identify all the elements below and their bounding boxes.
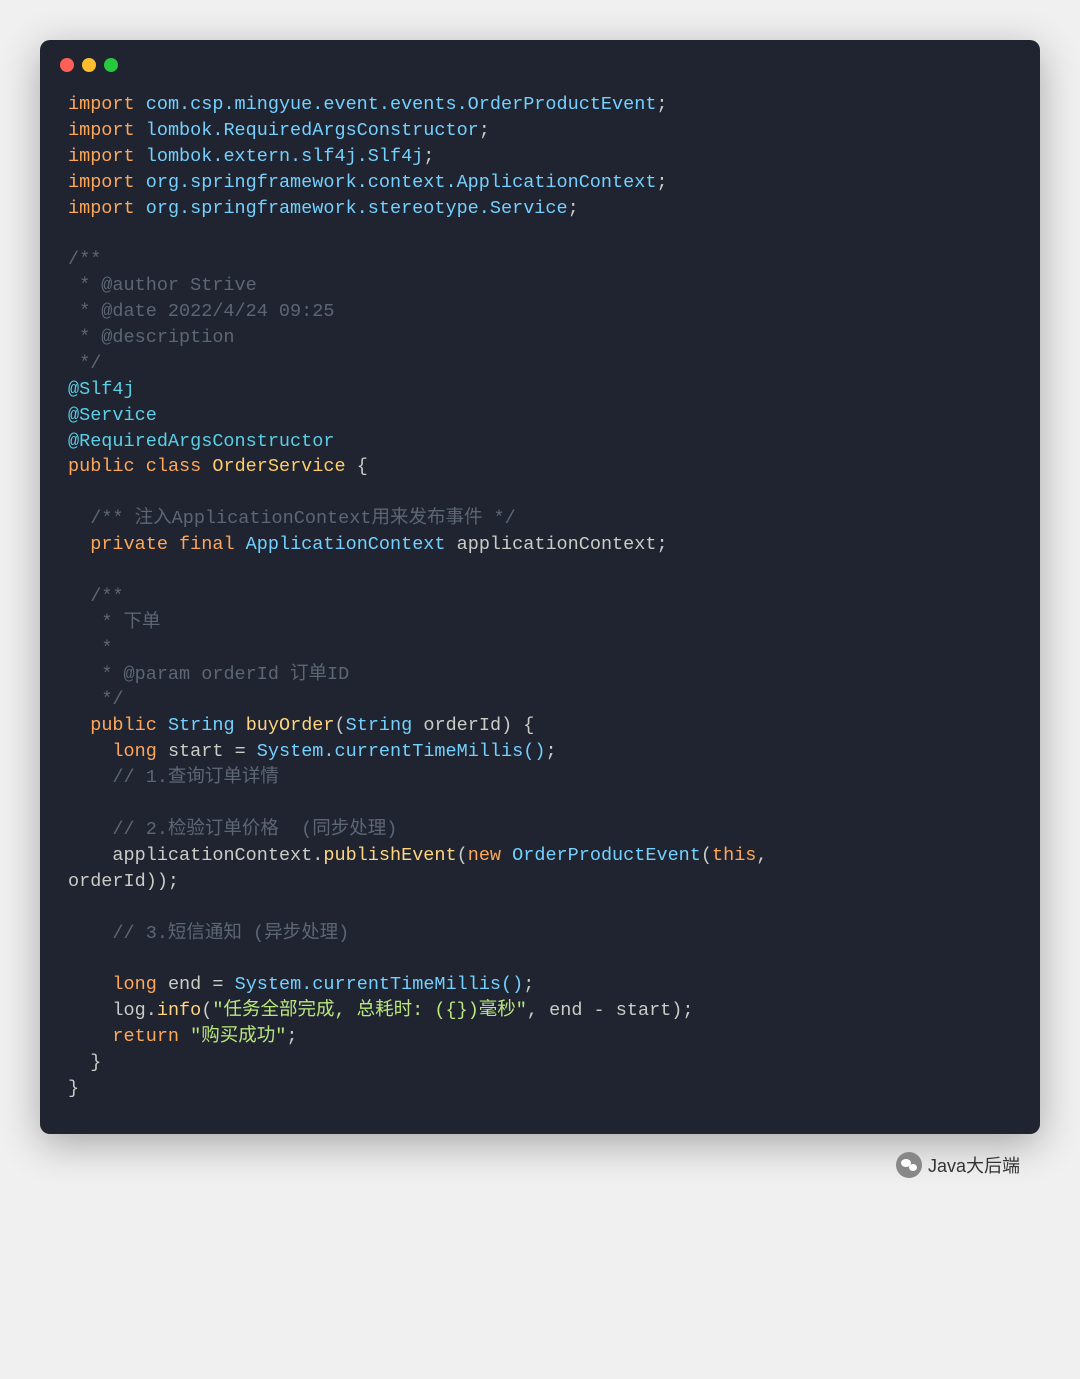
comment: // 3.短信通知 (异步处理) xyxy=(112,923,349,944)
comment: */ xyxy=(90,689,123,710)
kw-return: return xyxy=(112,1026,179,1047)
comment: * xyxy=(90,638,112,659)
comment: // 1.查询订单详情 xyxy=(112,767,279,788)
annotation: @Service xyxy=(68,405,157,426)
kw-public: public xyxy=(90,715,157,736)
kw-new: new xyxy=(468,845,501,866)
import-path: com.csp.mingyue.event.events.OrderProduc… xyxy=(146,94,657,115)
return-type: String xyxy=(168,715,235,736)
system-call: System.currentTimeMillis() xyxy=(257,741,546,762)
wechat-icon xyxy=(896,1152,922,1178)
kw-class: class xyxy=(146,456,202,477)
comment: /** 注入ApplicationContext用来发布事件 */ xyxy=(90,508,516,529)
string-literal: "购买成功" xyxy=(190,1026,286,1047)
import-path: org.springframework.context.ApplicationC… xyxy=(146,172,657,193)
kw-import: import xyxy=(68,172,135,193)
close-icon[interactable] xyxy=(60,58,74,72)
kw-public: public xyxy=(68,456,135,477)
kw-private: private xyxy=(90,534,168,555)
code-block: import com.csp.mingyue.event.events.Orde… xyxy=(40,80,1040,1134)
code-window: import com.csp.mingyue.event.events.Orde… xyxy=(40,40,1040,1134)
string-literal: "任务全部完成, 总耗时: ({})毫秒" xyxy=(212,1000,527,1021)
comment: * @author Strive xyxy=(68,275,257,296)
import-path: org.springframework.stereotype.Service xyxy=(146,198,568,219)
annotation: @RequiredArgsConstructor xyxy=(68,431,334,452)
comment: */ xyxy=(68,353,101,374)
method-name: buyOrder xyxy=(246,715,335,736)
comment: /** xyxy=(68,249,101,270)
kw-long: long xyxy=(112,974,156,995)
kw-import: import xyxy=(68,94,135,115)
maximize-icon[interactable] xyxy=(104,58,118,72)
comment: * @date 2022/4/24 09:25 xyxy=(68,301,334,322)
comment: * @param orderId 订单ID xyxy=(90,664,349,685)
kw-import: import xyxy=(68,120,135,141)
minimize-icon[interactable] xyxy=(82,58,96,72)
comment: * 下单 xyxy=(90,612,160,633)
kw-import: import xyxy=(68,198,135,219)
comment: * @description xyxy=(68,327,235,348)
window-titlebar xyxy=(40,40,1040,80)
kw-long: long xyxy=(112,741,156,762)
kw-import: import xyxy=(68,146,135,167)
import-path: lombok.extern.slf4j.Slf4j xyxy=(146,146,424,167)
annotation: @Slf4j xyxy=(68,379,135,400)
footer: Java大后端 xyxy=(40,1134,1040,1178)
footer-text: Java大后端 xyxy=(928,1152,1020,1178)
comment: // 2.检验订单价格 (同步处理) xyxy=(112,819,397,840)
param-type: String xyxy=(346,715,413,736)
field-name: applicationContext xyxy=(457,534,657,555)
kw-final: final xyxy=(179,534,235,555)
class-name: OrderService xyxy=(212,456,345,477)
param-name: orderId xyxy=(423,715,501,736)
import-path: lombok.RequiredArgsConstructor xyxy=(146,120,479,141)
kw-this: this xyxy=(712,845,756,866)
event-class: OrderProductEvent xyxy=(512,845,701,866)
system-call: System.currentTimeMillis() xyxy=(235,974,524,995)
comment: /** xyxy=(90,586,123,607)
type: ApplicationContext xyxy=(246,534,446,555)
